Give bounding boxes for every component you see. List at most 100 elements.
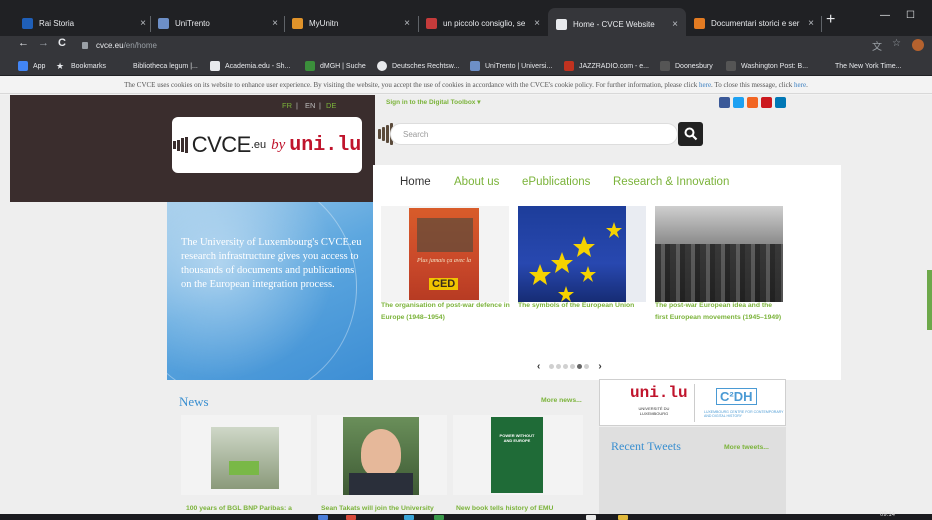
tab-unitrento[interactable]: UniTrento × — [150, 10, 286, 36]
cvce-unilu-logo[interactable]: CVCE .eu by uni.lu — [172, 117, 362, 173]
slide-caption[interactable]: The post-war European idea and the first… — [655, 300, 785, 323]
news-caption[interactable]: New book tells history of EMU — [456, 505, 553, 512]
address-bar[interactable]: cvce.eu /en/home — [78, 37, 868, 53]
taskbar-app-icon[interactable] — [586, 515, 596, 520]
search-input[interactable]: Search — [390, 123, 678, 145]
carousel-dot[interactable] — [584, 363, 590, 369]
nav-epublications[interactable]: ePublications — [522, 176, 590, 188]
photo-banner — [229, 461, 259, 475]
minimize-button[interactable]: — — [880, 10, 890, 21]
recent-tweets-heading: Recent Tweets — [611, 439, 681, 453]
bookmark-bookmarks[interactable]: ★ Bookmarks — [56, 59, 106, 73]
carousel-dot-active[interactable] — [577, 363, 583, 369]
photo-jacket — [349, 473, 413, 495]
academia-favicon — [210, 61, 220, 71]
os-taskbar — [0, 514, 932, 520]
bookmark-nytimes[interactable]: The New York Time... — [820, 59, 902, 73]
back-button[interactable]: ← — [18, 37, 29, 49]
cookie-close-link[interactable]: here — [794, 81, 806, 89]
news-image-book[interactable]: POWER WITHOUT AND EUROPE — [453, 415, 583, 495]
tab-rai-storia[interactable]: Rai Storia × — [14, 10, 154, 36]
url-path: /en/home — [123, 40, 157, 50]
linkedin-icon[interactable] — [775, 97, 786, 108]
lang-fr[interactable]: FR — [282, 101, 292, 110]
tab-myunitn[interactable]: MyUnitn × — [284, 10, 418, 36]
tab-documentari[interactable]: Documentari storici e serie t × — [686, 10, 822, 36]
search-button[interactable] — [678, 122, 703, 146]
book-title: POWER WITHOUT AND EUROPE — [499, 433, 535, 443]
cookie-policy-link[interactable]: here — [699, 81, 711, 89]
taskbar-app-icon[interactable] — [318, 515, 328, 520]
logo-stripes — [172, 137, 189, 153]
bookmark-apps[interactable]: App — [18, 59, 45, 73]
taskbar-app-icon[interactable] — [404, 515, 414, 520]
lang-sep: | — [296, 101, 298, 110]
youtube-icon[interactable] — [761, 97, 772, 108]
bookmark-jazzradio[interactable]: JAZZRADIO.com - e... — [564, 59, 649, 73]
screen: Rai Storia × UniTrento × MyUnitn × un pi… — [0, 0, 932, 520]
carousel-dot[interactable] — [556, 363, 562, 369]
rss-icon[interactable] — [747, 97, 758, 108]
lang-en[interactable]: EN — [305, 101, 315, 110]
washington-post-favicon — [726, 61, 736, 71]
close-icon[interactable]: × — [526, 18, 548, 29]
slide-caption[interactable]: The organisation of post-war defence in … — [381, 300, 511, 323]
close-icon[interactable]: × — [264, 18, 286, 29]
close-icon[interactable]: × — [396, 18, 418, 29]
taskbar-app-icon[interactable] — [434, 515, 444, 520]
slide-image-ced-poster[interactable]: Plus jamais ça avec la CED — [381, 206, 509, 302]
bookmark-bibliotheca[interactable]: Bibliotheca legum |... — [118, 59, 198, 73]
forward-button[interactable]: → — [38, 37, 49, 49]
side-feedback-tab[interactable] — [927, 270, 932, 330]
bookmark-rechtsw[interactable]: Deutsches Rechtsw... — [377, 59, 459, 73]
url-domain: cvce.eu — [96, 40, 124, 50]
close-icon[interactable]: × — [664, 19, 686, 30]
nav-about-us[interactable]: About us — [454, 176, 499, 188]
nav-home[interactable]: Home — [400, 176, 431, 188]
poster-ced: CED — [429, 278, 459, 290]
profile-avatar[interactable] — [912, 39, 924, 51]
slide-caption[interactable]: The symbols of the European Union — [518, 300, 648, 312]
tab-gmail[interactable]: un piccolo consiglio, se poss × — [418, 10, 548, 36]
star-icon[interactable]: ☆ — [892, 38, 901, 49]
tab-strip: Rai Storia × UniTrento × MyUnitn × un pi… — [0, 0, 932, 40]
carousel-controls: ‹ › — [537, 360, 602, 372]
carousel-next-button[interactable]: › — [598, 361, 601, 372]
taskbar-app-icon[interactable] — [618, 515, 628, 520]
news-image-sean-takats[interactable] — [317, 415, 447, 495]
news-heading: News — [179, 394, 209, 409]
slide-image-movement-photo[interactable] — [655, 206, 783, 302]
lang-de[interactable]: DE — [326, 101, 336, 110]
partner-logos[interactable]: uni.lu UNIVERSITÉ DU LUXEMBOURG C²DH LUX… — [599, 379, 786, 426]
reload-button[interactable]: C — [58, 37, 66, 49]
carousel-prev-button[interactable]: ‹ — [537, 361, 540, 372]
carousel-dot[interactable] — [549, 363, 555, 369]
eu-flag-stars — [529, 206, 646, 302]
more-news-link[interactable]: More news... — [541, 397, 582, 404]
bookmark-doonesbury[interactable]: Doonesbury — [660, 59, 713, 73]
news-caption[interactable]: 100 years of BGL BNP Paribas: a — [186, 505, 292, 512]
bookmark-washington-post[interactable]: Washington Post: B... — [726, 59, 808, 73]
carousel-dot[interactable] — [570, 363, 576, 369]
facebook-icon[interactable] — [719, 97, 730, 108]
digital-toolbox-signin[interactable]: Sign in to the Digital Toolbox ▾ — [386, 98, 481, 106]
news-caption[interactable]: Sean Takats will join the University — [321, 505, 434, 512]
carousel-dot[interactable] — [563, 363, 569, 369]
nav-research-innovation[interactable]: Research & Innovation — [613, 176, 729, 188]
new-tab-button[interactable]: + — [826, 12, 835, 28]
partner-divider — [694, 384, 695, 422]
bookmark-dmgh[interactable]: dMGH | Suche — [305, 59, 366, 73]
unitrento-favicon — [158, 17, 169, 29]
more-tweets-link[interactable]: More tweets... — [724, 444, 769, 451]
maximize-button[interactable]: ☐ — [906, 10, 915, 21]
bookmark-unitrento[interactable]: UniTrento | Universi... — [470, 59, 552, 73]
bookmark-academia[interactable]: Academia.edu - Sh... — [210, 59, 290, 73]
taskbar-app-icon[interactable] — [346, 515, 356, 520]
translate-icon[interactable]: 文 — [872, 38, 882, 53]
twitter-icon[interactable] — [733, 97, 744, 108]
intro-text: The University of Luxembourg's CVCE.eu r… — [181, 237, 362, 290]
news-image-bgl[interactable] — [181, 415, 311, 495]
close-icon[interactable]: × — [800, 18, 822, 29]
slide-image-eu-flag[interactable] — [518, 206, 646, 302]
myunitn-favicon — [292, 17, 303, 29]
